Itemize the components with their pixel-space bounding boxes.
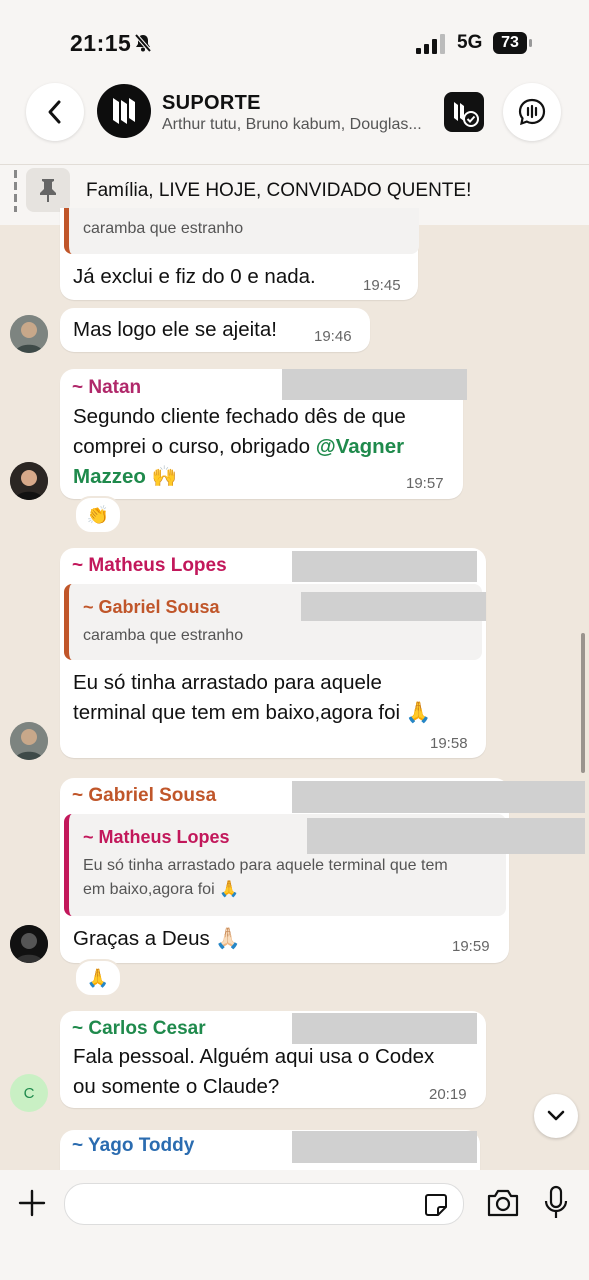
- message-time: 20:19: [429, 1086, 467, 1103]
- redaction: [292, 781, 585, 813]
- reaction-emoji: 🙏: [86, 967, 110, 988]
- message-bubble[interactable]: ~ Natan Segundo cliente fechado dês de q…: [60, 369, 467, 499]
- pinned-indicator: [14, 170, 17, 212]
- message-line: Eu só tinha arrastado para aquele: [73, 671, 382, 694]
- camera-icon: [487, 1189, 519, 1217]
- redaction: [292, 1131, 477, 1163]
- message-bubble[interactable]: ~ Yago Toddy: [60, 1130, 480, 1170]
- ai-chat-icon: [518, 98, 546, 126]
- group-avatar[interactable]: [97, 84, 151, 138]
- quoted-message-text: Eu só tinha arrastado para aquele termin…: [83, 854, 448, 902]
- signal-icon: [416, 34, 445, 54]
- quoted-line: em baixo,agora foi 🙏: [83, 881, 239, 898]
- group-logo-icon: [113, 98, 135, 124]
- community-logo-icon: [454, 102, 479, 127]
- ai-chat-button[interactable]: [503, 83, 561, 141]
- message-line: comprei o curso, obrigado @Vagner: [73, 432, 458, 462]
- community-icon[interactable]: [444, 92, 484, 132]
- message-time: 19:59: [452, 938, 490, 955]
- pin-icon: [26, 168, 70, 212]
- avatar[interactable]: [10, 315, 48, 353]
- quoted-sender: ~ Matheus Lopes: [83, 827, 230, 847]
- pinned-message-text: Família, LIVE HOJE, CONVIDADO QUENTE!: [86, 180, 472, 201]
- redaction: [292, 551, 477, 582]
- message-line: Segundo cliente fechado dês de que: [73, 405, 406, 428]
- message-bubble[interactable]: ~ Carlos Cesar Fala pessoal. Alguém aqui…: [60, 1011, 486, 1108]
- quoted-line: Eu só tinha arrastado para aquele termin…: [83, 857, 448, 874]
- message-bubble[interactable]: ~ Gabriel Sousa ~ Matheus Lopes Eu só ti…: [60, 778, 585, 963]
- sender-name[interactable]: ~ Carlos Cesar: [72, 1018, 206, 1040]
- message-fragment: 🙌: [145, 465, 178, 488]
- message-line: Fala pessoal. Alguém aqui usa o Codex: [73, 1045, 435, 1068]
- message-text: Graças a Deus 🙏🏻: [73, 927, 241, 950]
- message-time: 19:57: [406, 475, 444, 492]
- redaction: [301, 592, 486, 621]
- scroll-to-bottom-button[interactable]: [534, 1094, 578, 1138]
- scrollbar[interactable]: [581, 633, 585, 773]
- message-bubble[interactable]: Mas logo ele se ajeita! 19:46: [60, 308, 370, 352]
- battery-level: 73: [501, 34, 519, 51]
- camera-button[interactable]: [486, 1188, 520, 1218]
- redaction: [292, 1013, 477, 1044]
- sticker-icon[interactable]: [423, 1192, 449, 1218]
- sender-name[interactable]: ~ Natan: [72, 377, 141, 399]
- plus-icon: [18, 1189, 46, 1217]
- reaction-emoji: 👏: [86, 504, 110, 525]
- message-bubble[interactable]: caramba que estranho Já exclui e fiz do …: [60, 208, 419, 300]
- message-input[interactable]: [64, 1183, 464, 1225]
- bell-muted-icon: [134, 33, 152, 53]
- mention-link[interactable]: Mazzeo: [73, 465, 146, 488]
- message-time: 19:58: [430, 735, 468, 752]
- avatar-letter: C: [23, 1084, 35, 1102]
- message-text: Já exclui e fiz do 0 e nada.: [73, 265, 316, 288]
- message-line: Mazzeo 🙌: [73, 462, 458, 492]
- microphone-icon: [544, 1185, 568, 1218]
- message-text: Segundo cliente fechado dês de que compr…: [73, 402, 458, 492]
- message-time: 19:46: [314, 328, 352, 345]
- sender-name[interactable]: ~ Yago Toddy: [72, 1135, 194, 1157]
- avatar[interactable]: C: [10, 1074, 48, 1112]
- group-name[interactable]: SUPORTE: [162, 92, 261, 115]
- message-text: Mas logo ele se ajeita!: [73, 318, 277, 341]
- attach-button[interactable]: [16, 1187, 48, 1219]
- message-line: ou somente o Claude?: [73, 1075, 280, 1098]
- sender-name[interactable]: ~ Matheus Lopes: [72, 555, 227, 577]
- sender-name[interactable]: ~ Gabriel Sousa: [72, 785, 216, 807]
- reaction-badge[interactable]: 🙏: [74, 959, 122, 997]
- quoted-sender: ~ Gabriel Sousa: [83, 597, 220, 617]
- back-button[interactable]: [26, 83, 84, 141]
- message-text: Fala pessoal. Alguém aqui usa o Codex ou…: [73, 1042, 434, 1102]
- message-line: terminal que tem em baixo,agora foi 🙏: [73, 701, 432, 724]
- message-text: Eu só tinha arrastado para aquele termin…: [73, 668, 431, 728]
- reaction-badge[interactable]: 👏: [74, 496, 122, 534]
- group-members[interactable]: Arthur tutu, Bruno kabum, Douglas...: [162, 116, 442, 134]
- redaction: [307, 818, 585, 854]
- quoted-message[interactable]: caramba que estranho: [64, 208, 419, 254]
- avatar[interactable]: [10, 462, 48, 500]
- network-type: 5G: [457, 32, 483, 53]
- avatar[interactable]: [10, 925, 48, 963]
- message-time: 19:45: [363, 277, 401, 294]
- status-bar: 21:15 5G 73: [0, 0, 589, 80]
- mention-link[interactable]: @Vagner: [316, 435, 404, 458]
- avatar[interactable]: [10, 722, 48, 760]
- battery-icon: 73: [493, 32, 533, 54]
- chevron-down-icon: [547, 1110, 565, 1121]
- chevron-left-icon: [48, 100, 61, 124]
- clock: 21:15: [70, 30, 132, 56]
- message-fragment: comprei o curso, obrigado: [73, 435, 316, 458]
- quoted-message-text: caramba que estranho: [83, 220, 244, 237]
- message-bubble[interactable]: ~ Matheus Lopes ~ Gabriel Sousa caramba …: [60, 548, 486, 758]
- microphone-button[interactable]: [543, 1185, 569, 1221]
- quoted-message-text: caramba que estranho: [83, 627, 244, 644]
- redaction: [282, 369, 467, 400]
